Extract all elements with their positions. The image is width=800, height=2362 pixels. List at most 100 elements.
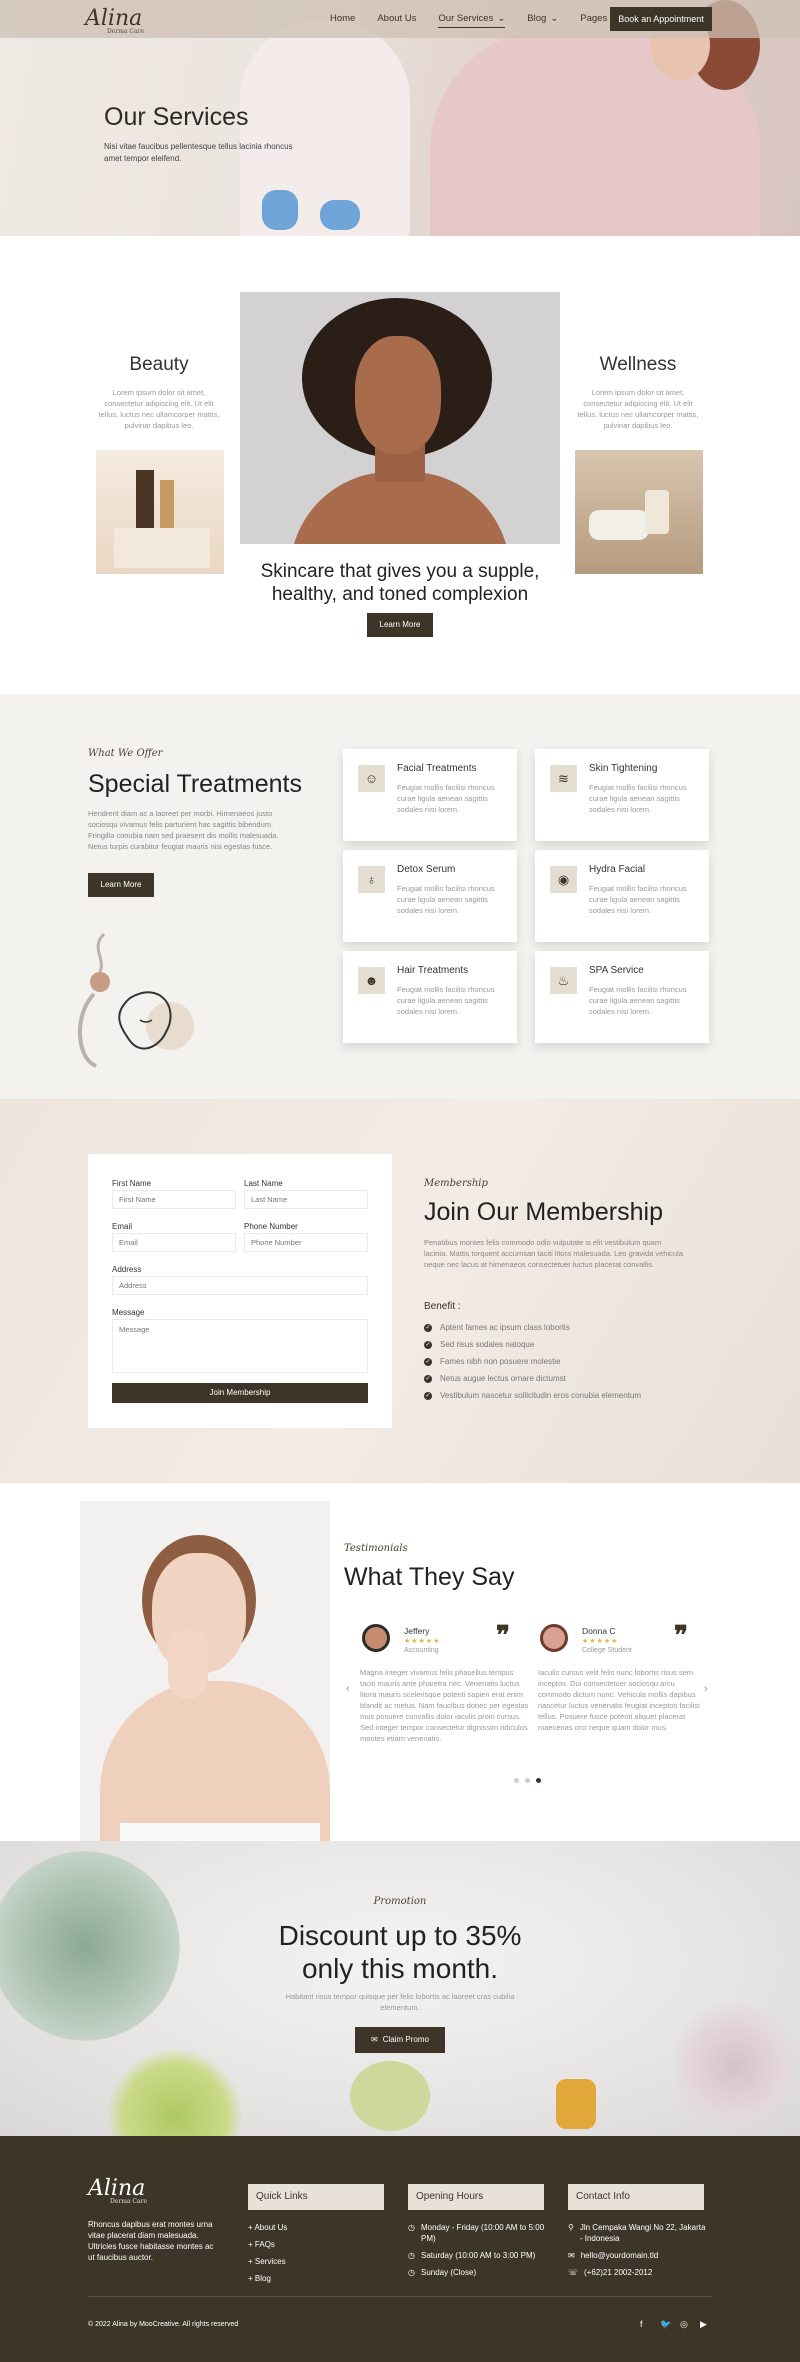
email-label: Email — [112, 1222, 133, 1231]
quote-icon: ❞ — [674, 1621, 688, 1651]
featured-portrait-image — [240, 292, 560, 544]
jade-roller-image — [350, 2061, 430, 2131]
footer-link-blog[interactable]: + Blog — [248, 2273, 271, 2284]
water-drop-icon: ◉ — [550, 866, 577, 893]
treatments-text: Hendrerit diam ac a laoreet per morbi. H… — [88, 809, 279, 851]
book-appointment-button[interactable]: Book an Appointment — [610, 7, 712, 31]
carousel-dot-active[interactable] — [536, 1778, 541, 1783]
treatments-learn-more-button[interactable]: Learn More — [88, 873, 154, 897]
youtube-icon[interactable]: ▶ — [700, 2319, 707, 2330]
membership-eyebrow: Membership — [424, 1178, 488, 1189]
quote-icon: ❞ — [496, 1621, 510, 1651]
services-section: Beauty Lorem ipsum dolor sit amet, conse… — [0, 236, 800, 694]
footer-link-faqs[interactable]: + FAQs — [248, 2239, 275, 2250]
plus-icon: + — [248, 2240, 255, 2249]
top-navigation: Alina Derma Care Home About Us Our Servic… — [0, 0, 800, 38]
carousel-dot[interactable] — [514, 1778, 519, 1783]
hours-item: ◷ Monday - Friday (10:00 AM to 5:00 PM) — [408, 2223, 545, 2243]
footer-logo[interactable]: Alina Derma Care — [88, 2176, 147, 2205]
address-field[interactable] — [112, 1276, 368, 1295]
twitter-icon[interactable]: 🐦 — [660, 2319, 671, 2330]
testimonial-woman-image — [80, 1501, 330, 1841]
services-learn-more-button[interactable]: Learn More — [367, 613, 433, 637]
treatment-card-title: Detox Serum — [397, 864, 456, 875]
treatment-card-facial[interactable]: ☺ Facial Treatments Feugiat mollis facil… — [343, 749, 517, 841]
email-field[interactable] — [112, 1233, 236, 1252]
check-icon: ✓ — [424, 1391, 432, 1400]
benefit-item: ✓ Sed risus sodales natoque — [424, 1340, 535, 1349]
lips-icon: ≋ — [550, 765, 577, 792]
footer-divider — [88, 2296, 712, 2297]
footer-link-services[interactable]: + Services — [248, 2256, 286, 2267]
woman-hand — [168, 1629, 208, 1699]
wellness-title: Wellness — [599, 354, 677, 375]
treatment-card-text: Feugiat mollis facilisi rhoncus curae li… — [589, 884, 687, 915]
menu-item-about-us[interactable]: About Us — [377, 13, 416, 28]
testimonials-section: Testimonials What They Say ‹ › Jeffery ★… — [0, 1483, 800, 1841]
menu-item-our-services[interactable]: Our Services ⌄ — [438, 13, 506, 28]
benefit-item: ✓ Vestibulum nascetur sollicitudin eros c… — [424, 1391, 641, 1400]
treatment-card-title: Hair Treatments — [397, 965, 469, 976]
woman-towel — [120, 1823, 320, 1841]
plus-icon: + — [248, 2257, 255, 2266]
address-label: Address — [112, 1265, 142, 1274]
treatment-card-skin-tightening[interactable]: ≋ Skin Tightening Feugiat mollis facilis… — [535, 749, 709, 841]
plus-icon: + — [248, 2274, 255, 2283]
contact-email[interactable]: ✉ hello@yourdomain.tld — [568, 2250, 708, 2261]
hours-item: ◷ Sunday (Close) — [408, 2268, 477, 2277]
check-icon: ✓ — [424, 1323, 432, 1332]
succulent-image — [0, 1851, 180, 2041]
wellness-spa-image — [575, 450, 703, 574]
facebook-icon[interactable]: f — [640, 2319, 643, 2329]
claim-promo-button[interactable]: ✉ Claim Promo — [355, 2027, 445, 2053]
message-field[interactable] — [112, 1319, 368, 1373]
treatment-card-detox-serum[interactable]: ♁ Detox Serum Feugiat mollis facilisi rh… — [343, 850, 517, 942]
treatment-card-hydra-facial[interactable]: ◉ Hydra Facial Feugiat mollis facilisi r… — [535, 850, 709, 942]
message-label: Message — [112, 1308, 145, 1317]
wellness-text: Lorem ipsum dolor sit amet, consectetur … — [577, 388, 699, 430]
check-icon: ✓ — [424, 1374, 432, 1383]
menu-item-blog[interactable]: Blog ⌄ — [527, 13, 558, 28]
site-logo[interactable]: Alina Derma Care — [85, 6, 144, 35]
chevron-left-icon[interactable]: ‹ — [346, 1683, 350, 1695]
menu-item-home[interactable]: Home — [330, 13, 355, 28]
phone-field[interactable] — [244, 1233, 368, 1252]
carousel-dot[interactable] — [525, 1778, 530, 1783]
membership-form: First Name Last Name Email Phone Number … — [88, 1154, 392, 1428]
join-membership-button[interactable]: Join Membership — [112, 1383, 368, 1403]
hours-item: ◷ Saturday (10:00 AM to 3:00 PM) — [408, 2251, 536, 2260]
hair-woman-icon: ☻ — [358, 967, 385, 994]
bottle-image — [136, 470, 154, 530]
treatment-card-title: SPA Service — [589, 965, 644, 976]
bottle-image — [160, 480, 174, 530]
beauty-text: Lorem ipsum dolor sit amet, consectetur … — [98, 388, 220, 430]
benefit-title: Benefit : — [424, 1301, 461, 1312]
serum-bottle-icon: ♁ — [358, 866, 385, 893]
instagram-icon[interactable]: ◎ — [680, 2319, 688, 2330]
promotion-title: Discount up to 35% only this month. — [278, 1920, 522, 1984]
face-line-art-illustration — [78, 932, 194, 1068]
face-icon: ☺ — [358, 765, 385, 792]
main-menu: Home About Us Our Services⌄ Blog⌄ Pages⌄ — [330, 13, 641, 28]
treatment-card-hair[interactable]: ☻ Hair Treatments Feugiat mollis facilis… — [343, 951, 517, 1043]
clock-icon: ◷ — [408, 2268, 415, 2277]
mail-icon: ✉ — [568, 2251, 575, 2260]
promotion-section: Promotion Discount up to 35% only this m… — [0, 1841, 800, 2136]
opening-hours-title: Opening Hours — [408, 2184, 544, 2210]
treatment-card-text: Feugiat mollis facilisi rhoncus curae li… — [589, 985, 687, 1016]
portrait-shoulders — [290, 472, 510, 544]
treatment-card-title: Facial Treatments — [397, 763, 477, 774]
testimonial-name: Jeffery — [404, 1626, 430, 1636]
first-name-label: First Name — [112, 1179, 152, 1188]
contact-phone[interactable]: ☏ (+62)21 2002-2012 — [568, 2267, 708, 2278]
beauty-title: Beauty — [129, 354, 189, 375]
treatment-card-text: Feugiat mollis facilisi rhoncus curae li… — [589, 783, 687, 814]
first-name-field[interactable] — [112, 1190, 236, 1209]
spa-massage-icon: ♨ — [550, 967, 577, 994]
carousel-dots — [514, 1778, 541, 1783]
footer-link-about-us[interactable]: + About Us — [248, 2222, 287, 2233]
towel-image — [589, 510, 649, 540]
treatment-card-spa[interactable]: ♨ SPA Service Feugiat mollis facilisi rh… — [535, 951, 709, 1043]
rating-stars-icon: ★★★★★ — [404, 1638, 441, 1645]
last-name-field[interactable] — [244, 1190, 368, 1209]
